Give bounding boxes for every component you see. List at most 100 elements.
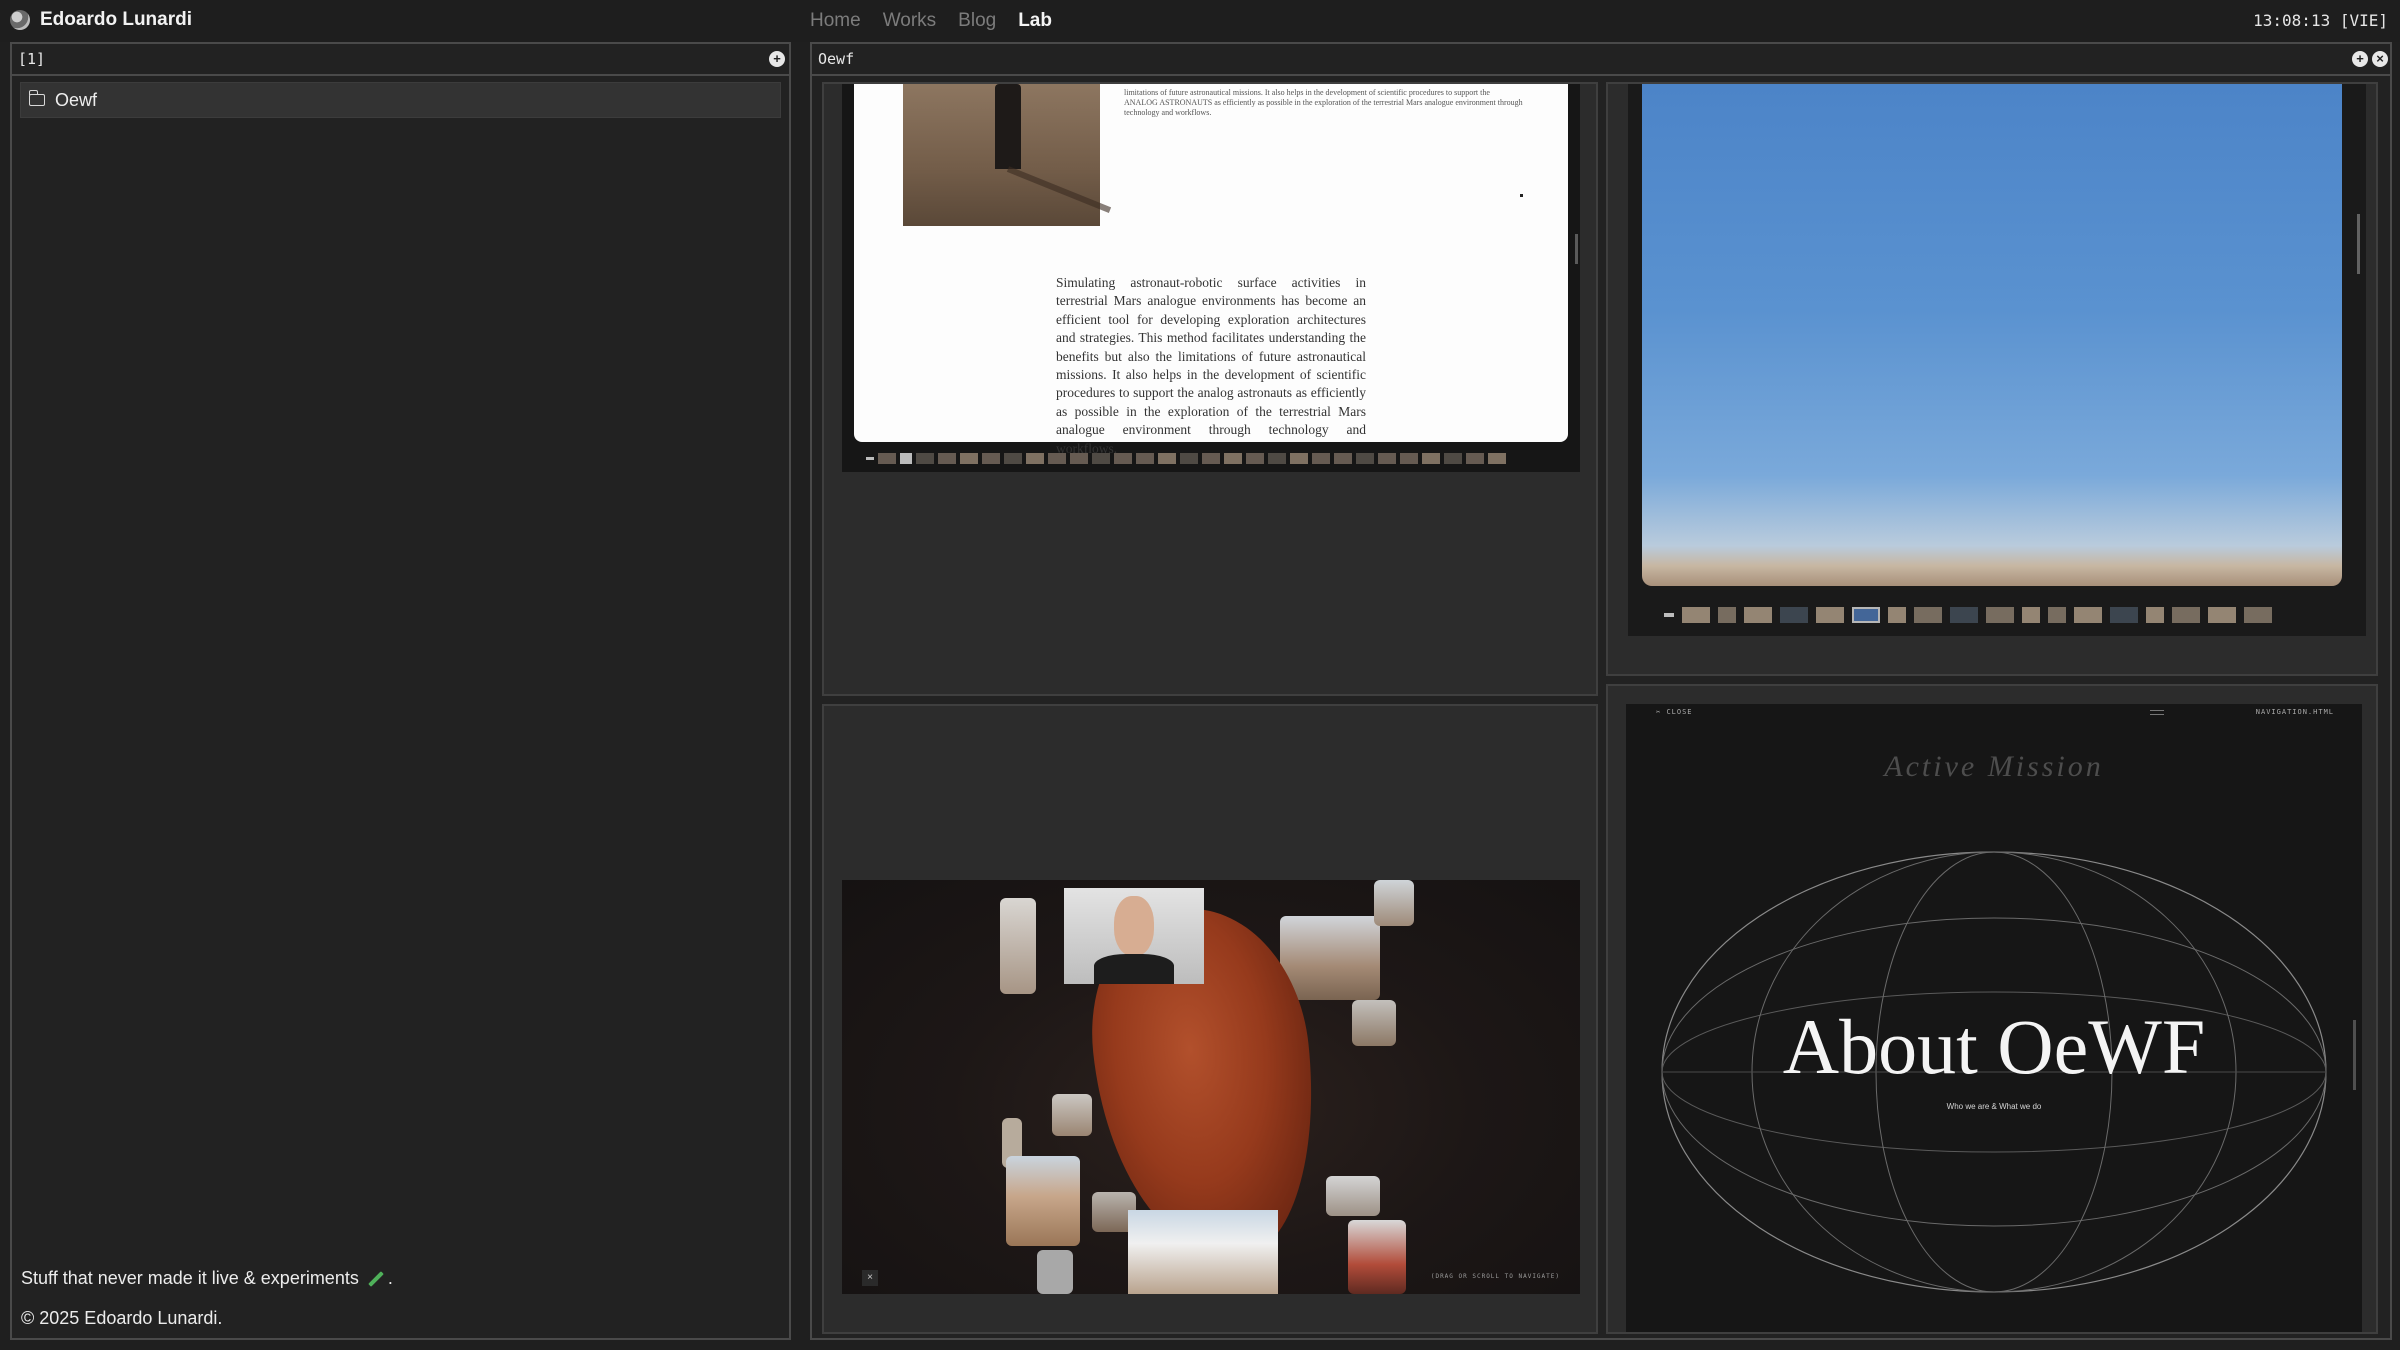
thumbnail[interactable] <box>2244 607 2272 623</box>
thumbnail[interactable] <box>1004 452 1022 464</box>
thumbnail[interactable] <box>1202 452 1220 464</box>
preview-mars-gallery[interactable]: × (DRAG OR SCROLL TO NAVIGATE) <box>822 704 1598 1334</box>
thumbnail[interactable] <box>1158 452 1176 464</box>
thumbnail[interactable] <box>1488 452 1506 464</box>
thumbnail[interactable] <box>1268 452 1286 464</box>
desert-astronaut-photo <box>903 84 1112 226</box>
lab-description: Stuff that never made it live & experime… <box>21 1268 393 1289</box>
thumbnail[interactable] <box>1180 452 1198 464</box>
gallery-card <box>1374 880 1414 926</box>
thumbnail-strip <box>1628 602 2366 628</box>
thumbnail[interactable] <box>2208 607 2236 623</box>
add-panel-icon[interactable]: + <box>769 51 785 67</box>
thumbnail[interactable] <box>1136 452 1154 464</box>
thumbnail[interactable] <box>1026 452 1044 464</box>
globe-logo-icon <box>10 10 30 30</box>
thumbnail[interactable] <box>1356 452 1374 464</box>
thumbnail[interactable] <box>2146 607 2164 623</box>
nav-blog[interactable]: Blog <box>958 10 996 32</box>
thumbnail[interactable] <box>1048 452 1066 464</box>
explorer-panel-header: [1] + <box>12 44 789 76</box>
thumbnail[interactable] <box>1246 452 1264 464</box>
thumbnail[interactable] <box>1400 452 1418 464</box>
thumbnail-selected[interactable] <box>900 452 912 464</box>
portrait-photo <box>1064 888 1204 984</box>
thumbnail[interactable] <box>2172 607 2200 623</box>
thumbnail[interactable] <box>1888 607 1906 623</box>
preview-document[interactable]: limitations of future astronautical miss… <box>822 82 1598 696</box>
thumbnail[interactable] <box>1070 452 1088 464</box>
copyright: © 2025 Edoardo Lunardi. <box>21 1308 223 1328</box>
drag-handle-icon[interactable] <box>2150 710 2164 715</box>
navigation-link[interactable]: NAVIGATION.HTML <box>2256 708 2334 716</box>
close-button[interactable]: × <box>862 1270 878 1286</box>
thumbnail[interactable] <box>1816 607 1844 623</box>
lab-description-text: Stuff that never made it live & experime… <box>21 1268 359 1288</box>
thumbnail[interactable] <box>1290 452 1308 464</box>
thumbnail[interactable] <box>2074 607 2102 623</box>
team-photo <box>1128 1210 1278 1294</box>
thumbnail[interactable] <box>1224 452 1242 464</box>
thumbnail[interactable] <box>1950 607 1978 623</box>
thumbnail[interactable] <box>2048 607 2066 623</box>
pencil-icon <box>368 1271 384 1288</box>
thumbnail[interactable] <box>982 452 1000 464</box>
main-nav: Home Works Blog Lab <box>810 10 1052 32</box>
thumbnail[interactable] <box>1312 452 1330 464</box>
thumbnail[interactable] <box>916 452 934 464</box>
thumbnail[interactable] <box>1466 452 1484 464</box>
thumbnail-selected[interactable] <box>1852 607 1880 623</box>
portrait-body <box>1094 954 1174 984</box>
thumbnail[interactable] <box>1444 452 1462 464</box>
thumbnail[interactable] <box>1334 452 1352 464</box>
thumbnail-strip <box>842 444 1580 472</box>
add-panel-icon[interactable]: + <box>2352 51 2368 67</box>
scroll-indicator[interactable] <box>2357 214 2360 274</box>
scroll-indicator[interactable] <box>1575 234 1578 264</box>
document-intro-text: limitations of future astronautical miss… <box>1124 88 1523 117</box>
thumbnail[interactable] <box>960 452 978 464</box>
nav-home[interactable]: Home <box>810 10 861 32</box>
thumbnail[interactable] <box>938 452 956 464</box>
clock: 13:08:13 [VIE] <box>2253 11 2388 30</box>
thumbnail[interactable] <box>1780 607 1808 623</box>
gallery-card <box>1006 1156 1080 1246</box>
nav-works[interactable]: Works <box>883 10 936 32</box>
thumbnail[interactable] <box>878 452 896 464</box>
explorer-panel: [1] + Oewf Stuff that never made it live… <box>10 42 791 1340</box>
thumbnail[interactable] <box>1092 452 1110 464</box>
portrait-face <box>1114 896 1154 956</box>
thumbnail[interactable] <box>1422 452 1440 464</box>
thumbnail[interactable] <box>1914 607 1942 623</box>
scroll-indicator[interactable] <box>2353 1020 2356 1090</box>
preview-sky-gallery[interactable] <box>1606 82 2378 676</box>
thumbnail[interactable] <box>2022 607 2040 623</box>
about-close-label: CLOSE <box>1666 708 1693 716</box>
lab-description-end: . <box>387 1268 393 1288</box>
thumbnail[interactable] <box>1744 607 1772 623</box>
nav-lab[interactable]: Lab <box>1018 10 1052 32</box>
thumbnail[interactable] <box>866 456 874 460</box>
preview-about-page[interactable]: ✂ CLOSE NAVIGATION.HTML Active Mission A… <box>1606 684 2378 1334</box>
thumbnail[interactable] <box>1986 607 2014 623</box>
thumbnail[interactable] <box>1114 452 1132 464</box>
thumbnail[interactable] <box>1664 613 1674 617</box>
thumbnail[interactable] <box>1378 452 1396 464</box>
mars-gallery-canvas[interactable]: × (DRAG OR SCROLL TO NAVIGATE) <box>842 880 1580 1294</box>
gallery-card <box>1348 1220 1406 1294</box>
brand-name: Edoardo Lunardi <box>40 9 192 30</box>
cursor-dot <box>1520 194 1523 197</box>
folder-label: Oewf <box>55 89 98 110</box>
thumbnail[interactable] <box>1682 607 1710 623</box>
thumbnail[interactable] <box>1718 607 1736 623</box>
about-page: ✂ CLOSE NAVIGATION.HTML Active Mission A… <box>1626 704 2362 1332</box>
brand[interactable]: Edoardo Lunardi <box>10 9 192 31</box>
thumbnail[interactable] <box>2110 607 2138 623</box>
gallery-card <box>1326 1176 1380 1216</box>
gallery-card <box>1037 1250 1073 1294</box>
about-subtitle: Who we are & What we do <box>1946 1102 2042 1111</box>
viewer-panel: Oewf + × limitations of future astronaut… <box>810 42 2392 1340</box>
close-panel-icon[interactable]: × <box>2372 51 2388 67</box>
about-close-button[interactable]: ✂ CLOSE <box>1656 708 1693 716</box>
folder-item-oewf[interactable]: Oewf <box>20 82 781 118</box>
